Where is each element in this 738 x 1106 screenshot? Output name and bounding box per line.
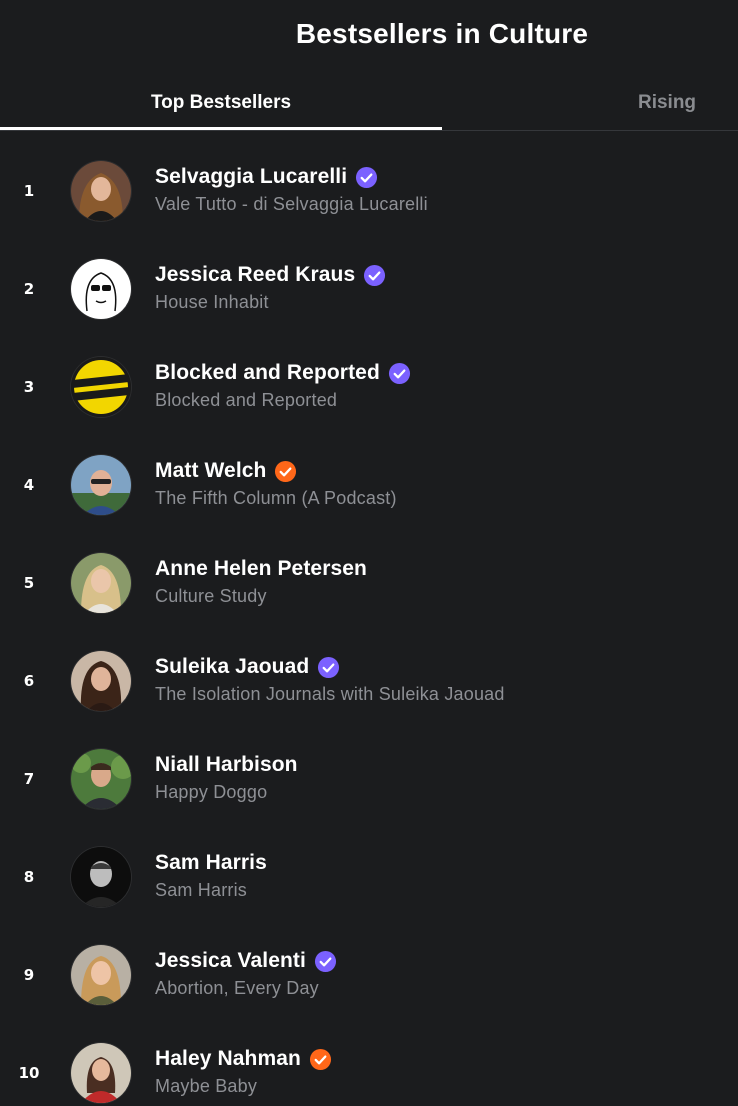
publication-name: Blocked and Reported [155, 390, 338, 410]
purple-check-icon [317, 656, 340, 679]
avatar[interactable] [71, 847, 131, 907]
list-item[interactable]: 5 Anne Helen Petersen Culture Study [0, 534, 738, 632]
author-name[interactable]: Jessica Reed Kraus [155, 263, 355, 287]
name-line: Jessica Valenti [155, 946, 337, 976]
rank-number: 6 [23, 672, 35, 690]
avatar[interactable] [71, 945, 131, 1005]
orange-check-icon [274, 460, 297, 483]
page-title: Bestsellers in Culture [295, 18, 589, 49]
list-item[interactable]: 9 Jessica Valenti Abortion, Every Day [0, 926, 738, 1024]
publication-name: Sam Harris [155, 880, 248, 900]
rank-number: 3 [23, 378, 35, 396]
rank-number: 9 [23, 966, 35, 984]
name-line: Selvaggia Lucarelli [155, 162, 378, 192]
publication-name: Vale Tutto - di Selvaggia Lucarelli [155, 194, 428, 214]
list-item[interactable]: 10 Haley Nahman Maybe Baby [0, 1024, 738, 1106]
purple-check-icon [363, 264, 386, 287]
avatar[interactable] [71, 553, 131, 613]
avatar[interactable] [71, 749, 131, 809]
author-name[interactable]: Jessica Valenti [155, 949, 306, 973]
name-line: Anne Helen Petersen [155, 554, 367, 584]
author-name[interactable]: Haley Nahman [155, 1047, 301, 1071]
author-name[interactable]: Blocked and Reported [155, 361, 380, 385]
purple-check-icon [355, 166, 378, 189]
name-line: Sam Harris [155, 848, 267, 878]
tab-rising[interactable]: Rising [442, 78, 738, 128]
avatar[interactable] [71, 455, 131, 515]
author-name[interactable]: Selvaggia Lucarelli [155, 165, 347, 189]
list-item[interactable]: 8 Sam Harris Sam Harris [0, 828, 738, 926]
publication-name: The Isolation Journals with Suleika Jaou… [155, 684, 505, 704]
rank-number: 5 [23, 574, 35, 592]
rank-number: 10 [18, 1064, 40, 1082]
author-name[interactable]: Matt Welch [155, 459, 266, 483]
name-line: Suleika Jaouad [155, 652, 340, 682]
tab-top-bestsellers[interactable]: Top Bestsellers [0, 78, 442, 130]
tab-bar: Top Bestsellers Rising [0, 78, 738, 131]
list-item[interactable]: 1 Selvaggia Lucarelli Vale Tutto - di Se… [0, 142, 738, 240]
publication-name: The Fifth Column (A Podcast) [155, 488, 397, 508]
list-item[interactable]: 6 Suleika Jaouad The Isolation Journals … [0, 632, 738, 730]
list-item[interactable]: 4 Matt Welch The Fifth Column (A Podcast… [0, 436, 738, 534]
rank-number: 4 [23, 476, 35, 494]
rank-number: 8 [23, 868, 35, 886]
rank-number: 1 [23, 182, 35, 200]
publication-name: Maybe Baby [155, 1076, 258, 1096]
orange-check-icon [309, 1048, 332, 1071]
author-name[interactable]: Anne Helen Petersen [155, 557, 367, 581]
list-item[interactable]: 7 Niall Harbison Happy Doggo [0, 730, 738, 828]
name-line: Blocked and Reported [155, 358, 411, 388]
avatar[interactable] [71, 1043, 131, 1103]
avatar[interactable] [71, 651, 131, 711]
name-line: Jessica Reed Kraus [155, 260, 386, 290]
publication-name: House Inhabit [155, 292, 269, 312]
name-line: Matt Welch [155, 456, 297, 486]
author-name[interactable]: Sam Harris [155, 851, 267, 875]
avatar[interactable] [71, 357, 131, 417]
purple-check-icon [314, 950, 337, 973]
bestseller-list: 1 Selvaggia Lucarelli Vale Tutto - di Se… [0, 142, 738, 1106]
avatar[interactable] [71, 161, 131, 221]
author-name[interactable]: Niall Harbison [155, 753, 298, 777]
author-name[interactable]: Suleika Jaouad [155, 655, 309, 679]
rank-number: 2 [23, 280, 35, 298]
purple-check-icon [388, 362, 411, 385]
rank-number: 7 [23, 770, 35, 788]
name-line: Niall Harbison [155, 750, 298, 780]
list-item[interactable]: 3 Blocked and Reported Blocked and Repor… [0, 338, 738, 436]
publication-name: Happy Doggo [155, 782, 268, 802]
publication-name: Culture Study [155, 586, 267, 606]
publication-name: Abortion, Every Day [155, 978, 319, 998]
avatar[interactable] [71, 259, 131, 319]
name-line: Haley Nahman [155, 1044, 332, 1074]
list-item[interactable]: 2 Jessica Reed Kraus House Inhabit [0, 240, 738, 338]
bestsellers-page: Bestsellers in Culture Top Bestsellers R… [0, 0, 738, 1106]
